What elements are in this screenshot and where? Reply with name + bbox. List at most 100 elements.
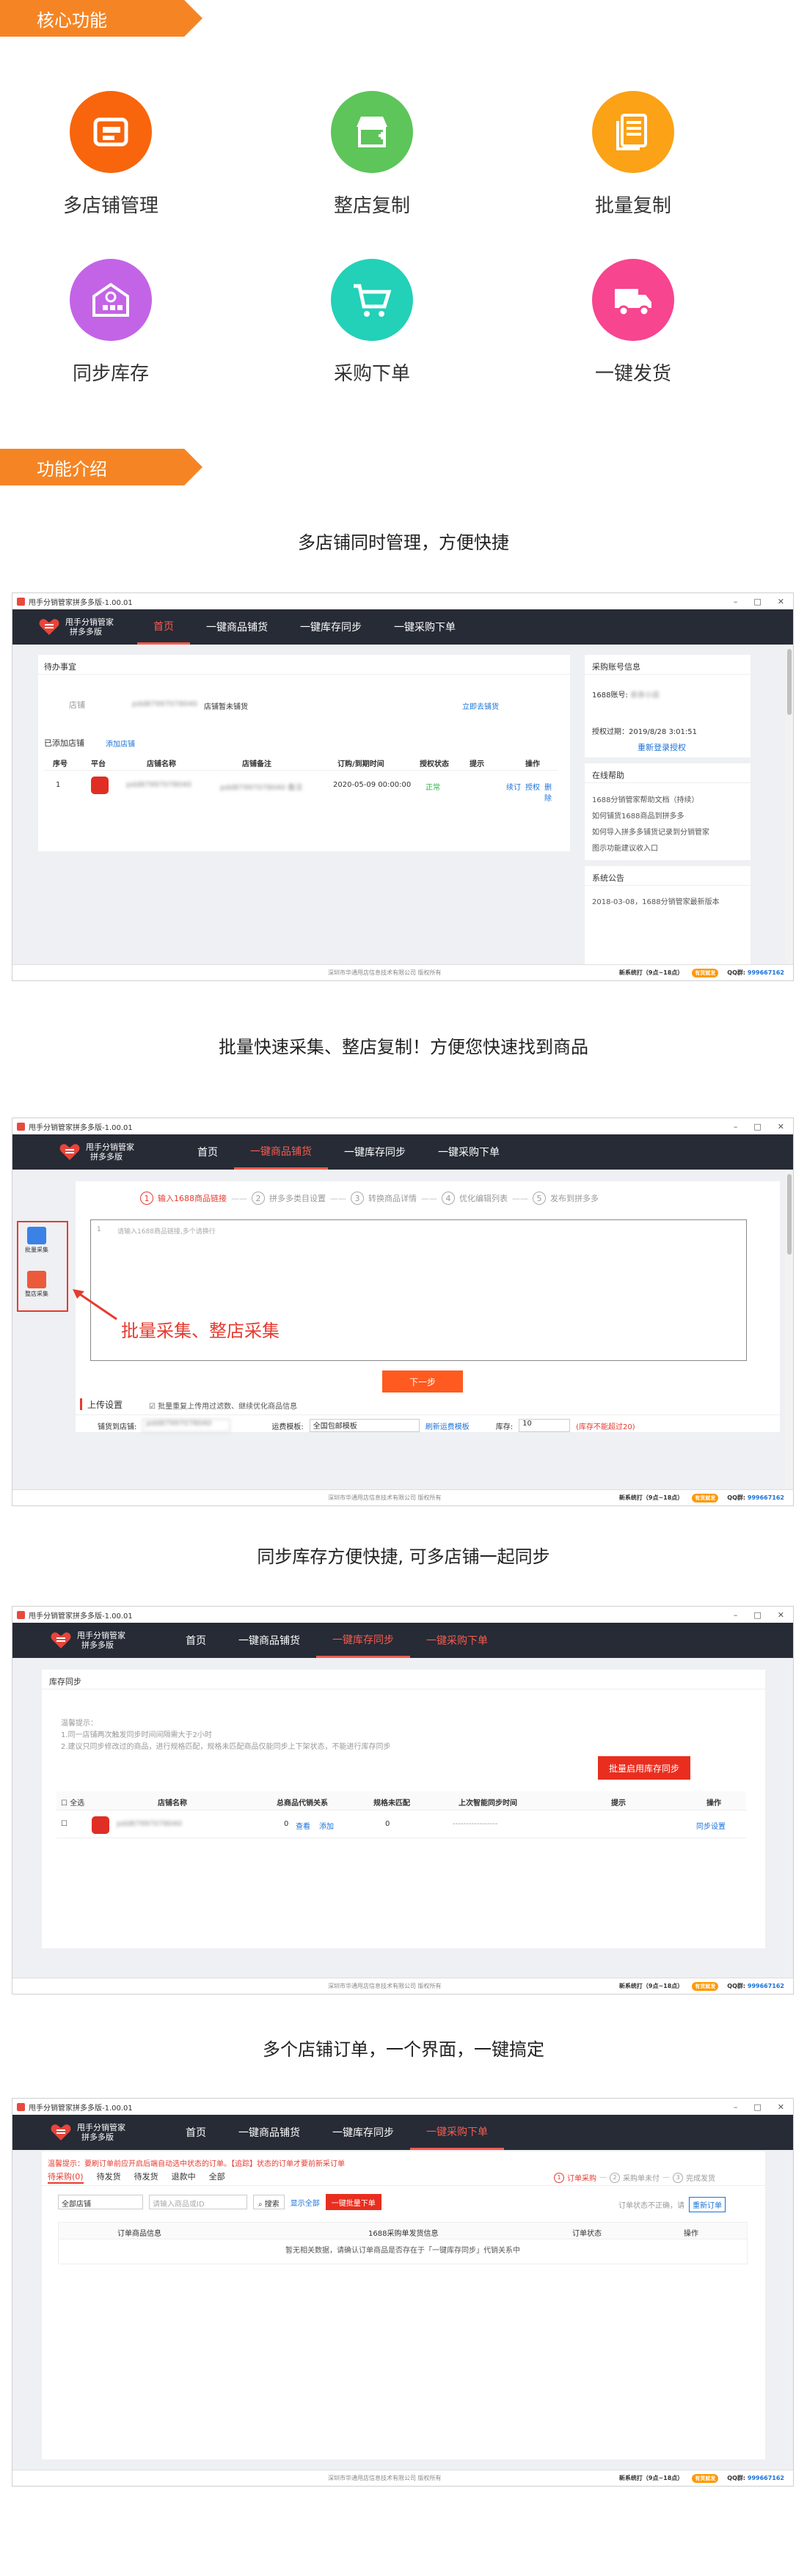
tab-all[interactable]: 全部 bbox=[209, 2170, 225, 2184]
select-all-checkbox[interactable]: ☐ 全选 bbox=[61, 1797, 84, 1808]
help-item[interactable]: 如何导入拼多多铺货记录到分销管家 bbox=[592, 825, 709, 841]
feature-label: 整店复制 bbox=[333, 195, 410, 217]
support-link[interactable]: 新系统打（9点~18点） bbox=[619, 1982, 683, 1990]
minimize-icon[interactable]: – bbox=[734, 597, 738, 606]
help-panel: 在线帮助 1688分销管家帮助文档（持续） 如何铺货1688商品到拼多多 如何导… bbox=[585, 763, 751, 860]
notice-panel: 系统公告 2018-03-08，1688分销管家最新版本 bbox=[585, 866, 751, 964]
qq-group-link[interactable]: 999667162 bbox=[748, 1983, 784, 1989]
brand-heart-icon bbox=[39, 619, 59, 635]
help-item[interactable]: 1688分销管家帮助文档（持续） bbox=[592, 793, 709, 809]
nav-purchase[interactable]: 一键采购下单 bbox=[410, 2115, 504, 2150]
feature-label: 同步库存 bbox=[72, 363, 149, 385]
maximize-icon[interactable]: □ bbox=[753, 597, 761, 606]
maximize-icon[interactable]: □ bbox=[753, 1610, 761, 1620]
batch-order-button[interactable]: 一键批量下单 bbox=[325, 2194, 381, 2210]
brand-heart-icon bbox=[51, 2124, 71, 2140]
sync-settings-link[interactable]: 同步设置 bbox=[696, 1820, 726, 1831]
show-all-link[interactable]: 显示全部 bbox=[291, 2197, 320, 2208]
nav-goods[interactable]: 一键商品铺货 bbox=[222, 1623, 316, 1658]
support-link[interactable]: 新系统打（9点~18点） bbox=[619, 1494, 683, 1502]
qq-group-link[interactable]: 999667162 bbox=[748, 2475, 784, 2481]
feature-item: 整店复制 bbox=[299, 91, 445, 218]
feature-item: 同步库存 bbox=[37, 259, 184, 386]
side-batch-collect[interactable]: 批量采集 bbox=[23, 1227, 51, 1254]
tab-refund[interactable]: 退款中 bbox=[172, 2170, 196, 2184]
next-step-button[interactable]: 下一步 bbox=[382, 1370, 463, 1392]
nav-goods[interactable]: 一键商品铺货 bbox=[190, 609, 284, 645]
upload-checkbox[interactable]: ☑ 批量重复上传用过滤数、继续优化商品信息 bbox=[149, 1400, 297, 1411]
caption-1: 多店铺同时管理，方便快捷 bbox=[298, 532, 509, 553]
close-icon[interactable]: ✕ bbox=[778, 2102, 784, 2112]
caption-4: 多个店铺订单，一个界面，一键搞定 bbox=[263, 2039, 544, 2060]
help-item[interactable]: 如何铺货1688商品到拼多多 bbox=[592, 809, 709, 825]
close-icon[interactable]: ✕ bbox=[778, 1610, 784, 1620]
feature-item: 多店铺管理 bbox=[37, 91, 184, 218]
maximize-icon[interactable]: □ bbox=[753, 1122, 761, 1131]
row-checkbox[interactable]: ☐ bbox=[61, 1820, 67, 1828]
go-stock-link[interactable]: 立即去铺货 bbox=[462, 700, 499, 711]
batch-sync-button[interactable]: 批量启用库存同步 bbox=[598, 1756, 690, 1780]
tab-to-ship[interactable]: 待发货 bbox=[97, 2170, 121, 2184]
order-tabs: 待采购(0) 待发货 待发货 退款中 全部 bbox=[48, 2170, 225, 2184]
warehouse-sync-icon bbox=[70, 259, 152, 341]
nav-home[interactable]: 首页 bbox=[137, 609, 190, 645]
refresh-template-link[interactable]: 刷新运费模板 bbox=[426, 1420, 470, 1431]
nav-stock[interactable]: 一键库存同步 bbox=[328, 1134, 422, 1170]
nav-goods[interactable]: 一键商品铺货 bbox=[234, 1134, 328, 1170]
nav-stock[interactable]: 一键库存同步 bbox=[316, 2115, 410, 2150]
qq-group-link[interactable]: 999667162 bbox=[748, 1494, 784, 1501]
side-shop-collect[interactable]: 整店采集 bbox=[23, 1271, 51, 1298]
batch-collect-icon bbox=[27, 1227, 46, 1244]
search-button[interactable]: ⌕ 搜索 bbox=[253, 2195, 285, 2209]
notice-item[interactable]: 2018-03-08，1688分销管家最新版本 bbox=[592, 895, 720, 906]
order-filter: 全部店铺 请输入商品或ID ⌕ 搜索 显示全部 一键批量下单 bbox=[58, 2194, 381, 2210]
scrollbar[interactable] bbox=[786, 645, 793, 966]
close-icon[interactable]: ✕ bbox=[778, 597, 784, 606]
tab-shipping[interactable]: 待发货 bbox=[134, 2170, 158, 2184]
purchase-panel: 温馨提示：要刷订单前应开启后端自动选中状态的订单。【追踪】状态的订单才要前新采订… bbox=[42, 2151, 765, 2459]
nav-stock[interactable]: 一键库存同步 bbox=[284, 609, 378, 645]
scrollbar[interactable] bbox=[786, 1170, 793, 1491]
nav-home[interactable]: 首页 bbox=[169, 1623, 222, 1658]
brand-heart-icon bbox=[59, 1144, 80, 1160]
nav-stock[interactable]: 一键库存同步 bbox=[316, 1623, 410, 1658]
app-window-stock: 甩手分销管家拼多多版-1.00.01 – □ ✕ 甩手分销管家 拼多多版 首页 一键商… bbox=[12, 1606, 794, 1995]
template-select[interactable]: 全国包邮模板 bbox=[309, 1419, 420, 1432]
app-logo-icon bbox=[17, 2102, 25, 2111]
view-link[interactable]: 查看 bbox=[296, 1820, 310, 1831]
support-link[interactable]: 新系统打（9点~18点） bbox=[619, 2474, 683, 2482]
stock-table-header: ☐ 全选 店铺名称 总商品代销关系 规格未匹配 上次智能同步时间 提示 操作 bbox=[56, 1791, 746, 1810]
order-search-input[interactable]: 请输入商品或ID bbox=[149, 2195, 247, 2209]
store-select[interactable]: pdd87997078040 bbox=[142, 1419, 231, 1432]
store-select[interactable]: 全部店铺 bbox=[58, 2195, 143, 2209]
stock-input[interactable]: 10 bbox=[519, 1419, 571, 1432]
status-bar: 深圳市华通甩店信息技术有限公司 版权所有 新系统打（9点~18点） 有货就发 QQ群… bbox=[12, 964, 793, 980]
refresh-order-button[interactable]: 重新订单 bbox=[689, 2197, 726, 2212]
support-link[interactable]: 新系统打（9点~18点） bbox=[619, 969, 683, 977]
add-link[interactable]: 添加 bbox=[319, 1820, 334, 1831]
brand-heart-icon bbox=[51, 1632, 71, 1648]
minimize-icon[interactable]: – bbox=[734, 1122, 738, 1131]
reauth-link[interactable]: 重新登录授权 bbox=[638, 741, 686, 753]
authorize-link[interactable]: 授权 bbox=[525, 781, 540, 792]
minimize-icon[interactable]: – bbox=[734, 2102, 738, 2112]
renew-link[interactable]: 续订 bbox=[506, 781, 521, 792]
qq-group-link[interactable]: 999667162 bbox=[748, 969, 784, 976]
nav-purchase[interactable]: 一键采购下单 bbox=[378, 609, 472, 645]
truck-icon bbox=[592, 259, 674, 341]
delete-link[interactable]: 删除 bbox=[544, 781, 558, 803]
section-tag-core: 核心功能 bbox=[0, 0, 202, 37]
minimize-icon[interactable]: – bbox=[734, 1610, 738, 1620]
add-store-link[interactable]: 添加店铺 bbox=[106, 738, 135, 749]
nav-goods[interactable]: 一键商品铺货 bbox=[222, 2115, 316, 2150]
help-item[interactable]: 图示功能建议收入口 bbox=[592, 841, 709, 857]
close-icon[interactable]: ✕ bbox=[778, 1122, 784, 1131]
nav-purchase[interactable]: 一键采购下单 bbox=[422, 1134, 516, 1170]
nav-home[interactable]: 首页 bbox=[181, 1134, 234, 1170]
nav-home[interactable]: 首页 bbox=[169, 2115, 222, 2150]
feature-item: 批量复制 bbox=[560, 91, 706, 218]
tab-pending[interactable]: 待采购(0) bbox=[48, 2170, 84, 2184]
annotation-text: 批量采集、整店采集 bbox=[121, 1321, 280, 1341]
nav-purchase[interactable]: 一键采购下单 bbox=[410, 1623, 504, 1658]
maximize-icon[interactable]: □ bbox=[753, 2102, 761, 2112]
